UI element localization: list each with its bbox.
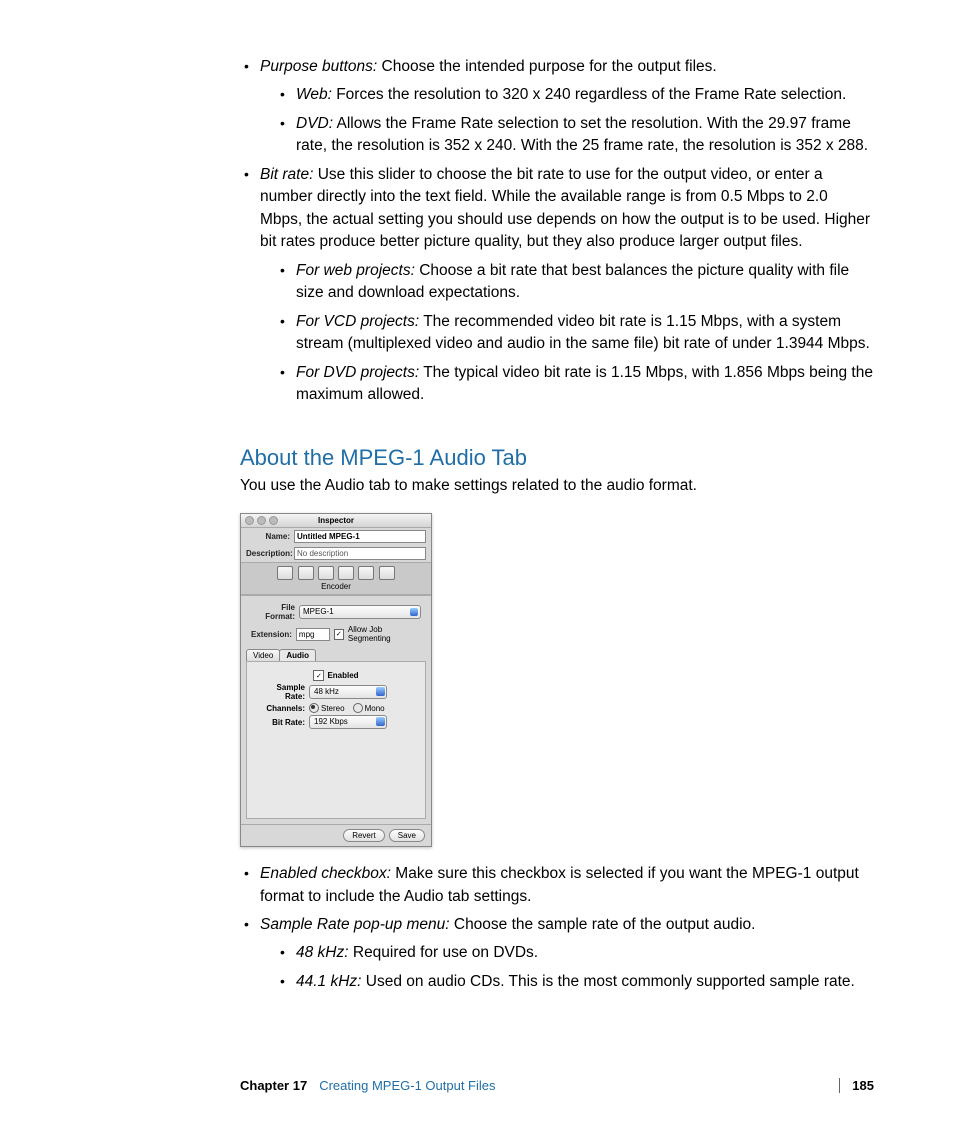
extension-label: Extension: (251, 630, 292, 639)
text-dvd: Allows the Frame Rate selection to set t… (296, 115, 868, 154)
bullet-dvdproj: For DVD projects: The typical video bit … (274, 362, 874, 407)
bitrate-sublist: For web projects: Choose a bit rate that… (260, 260, 874, 407)
audio-panel: ✓ Enabled Sample Rate: 48 kHz Channels: … (246, 661, 426, 819)
save-button[interactable]: Save (389, 829, 425, 842)
revert-button[interactable]: Revert (343, 829, 385, 842)
stereo-radio[interactable] (309, 703, 319, 713)
term-bitrate: Bit rate: (260, 166, 313, 183)
top-bullet-list: Purpose buttons: Choose the intended pur… (240, 56, 874, 407)
toolbar-btn-4[interactable] (338, 566, 354, 580)
zoom-icon[interactable] (269, 516, 278, 525)
term-enabled: Enabled checkbox: (260, 865, 391, 882)
close-icon[interactable] (245, 516, 254, 525)
minimize-icon[interactable] (257, 516, 266, 525)
fileformat-label: File Format: (251, 603, 295, 621)
stereo-label: Stereo (321, 704, 345, 713)
bullet-samplerate: Sample Rate pop-up menu: Choose the samp… (240, 914, 874, 993)
encoder-label: Encoder (241, 580, 431, 595)
bottom-bullet-list: Enabled checkbox: Make sure this checkbo… (240, 863, 874, 993)
bullet-web: Web: Forces the resolution to 320 x 240 … (274, 84, 874, 106)
term-vcd: For VCD projects: (296, 313, 419, 330)
samplerate-dropdown[interactable]: 48 kHz (309, 685, 387, 699)
toolbar-btn-1[interactable] (277, 566, 293, 580)
enabled-checkbox[interactable]: ✓ (313, 670, 324, 681)
mono-radio[interactable] (353, 703, 363, 713)
footer-title: Creating MPEG-1 Output Files (319, 1078, 495, 1093)
toolbar-btn-6[interactable] (379, 566, 395, 580)
text-bitrate: Use this slider to choose the bit rate t… (260, 166, 870, 250)
description-field[interactable]: No description (294, 547, 426, 560)
inspector-window: Inspector Name: Untitled MPEG-1 Descript… (240, 513, 432, 847)
purpose-sublist: Web: Forces the resolution to 320 x 240 … (260, 84, 874, 157)
allow-seg-checkbox[interactable]: ✓ (334, 629, 344, 640)
text-purpose: Choose the intended purpose for the outp… (377, 58, 717, 75)
term-webproj: For web projects: (296, 262, 415, 279)
bullet-48khz: 48 kHz: Required for use on DVDs. (274, 942, 874, 964)
page-footer: Chapter 17 Creating MPEG-1 Output Files … (240, 1078, 874, 1093)
text-48: Required for use on DVDs. (349, 944, 539, 961)
term-sr: Sample Rate pop-up menu: (260, 916, 450, 933)
inspector-footer: Revert Save (241, 824, 431, 846)
term-48: 48 kHz: (296, 944, 349, 961)
description-label: Description: (246, 549, 290, 558)
bullet-bitrate: Bit rate: Use this slider to choose the … (240, 164, 874, 407)
term-44: 44.1 kHz: (296, 973, 361, 990)
term-dvdproj: For DVD projects: (296, 364, 419, 381)
bullet-webproj: For web projects: Choose a bit rate that… (274, 260, 874, 305)
toolbar-btn-3[interactable] (318, 566, 334, 580)
traffic-lights[interactable] (245, 516, 278, 525)
mono-label: Mono (365, 704, 385, 713)
footer-page: 185 (839, 1078, 874, 1093)
allow-seg-label: Allow Job Segmenting (348, 625, 421, 643)
tab-bar: Video Audio (246, 649, 426, 661)
extension-field[interactable]: mpg (296, 628, 330, 641)
bullet-vcd: For VCD projects: The recommended video … (274, 311, 874, 356)
name-label: Name: (246, 532, 290, 541)
section-heading: About the MPEG-1 Audio Tab (240, 445, 874, 471)
term-dvd: DVD: (296, 115, 333, 132)
samplerate-label: Sample Rate: (255, 683, 305, 701)
toolbar-btn-5[interactable] (358, 566, 374, 580)
enabled-label: Enabled (327, 671, 358, 680)
samplerate-sublist: 48 kHz: Required for use on DVDs. 44.1 k… (260, 942, 874, 993)
inspector-titlebar[interactable]: Inspector (241, 514, 431, 528)
name-field[interactable]: Untitled MPEG-1 (294, 530, 426, 543)
text-44: Used on audio CDs. This is the most comm… (361, 973, 854, 990)
bitrate-dropdown[interactable]: 192 Kbps (309, 715, 387, 729)
bitrate-panel-label: Bit Rate: (255, 718, 305, 727)
bullet-enabled: Enabled checkbox: Make sure this checkbo… (240, 863, 874, 908)
bullet-44khz: 44.1 kHz: Used on audio CDs. This is the… (274, 971, 874, 993)
bullet-dvd: DVD: Allows the Frame Rate selection to … (274, 113, 874, 158)
tab-video[interactable]: Video (246, 649, 280, 661)
channels-label: Channels: (255, 704, 305, 713)
section-intro: You use the Audio tab to make settings r… (240, 475, 874, 497)
toolbar-btn-2[interactable] (298, 566, 314, 580)
bullet-purpose: Purpose buttons: Choose the intended pur… (240, 56, 874, 158)
text-sr: Choose the sample rate of the output aud… (450, 916, 756, 933)
inspector-title: Inspector (318, 516, 354, 525)
footer-chapter: Chapter 17 (240, 1078, 307, 1093)
inspector-toolbar: Encoder (241, 562, 431, 596)
tab-audio[interactable]: Audio (279, 649, 316, 661)
fileformat-dropdown[interactable]: MPEG-1 (299, 605, 421, 619)
text-web: Forces the resolution to 320 x 240 regar… (332, 86, 846, 103)
term-web: Web: (296, 86, 332, 103)
term-purpose: Purpose buttons: (260, 58, 377, 75)
